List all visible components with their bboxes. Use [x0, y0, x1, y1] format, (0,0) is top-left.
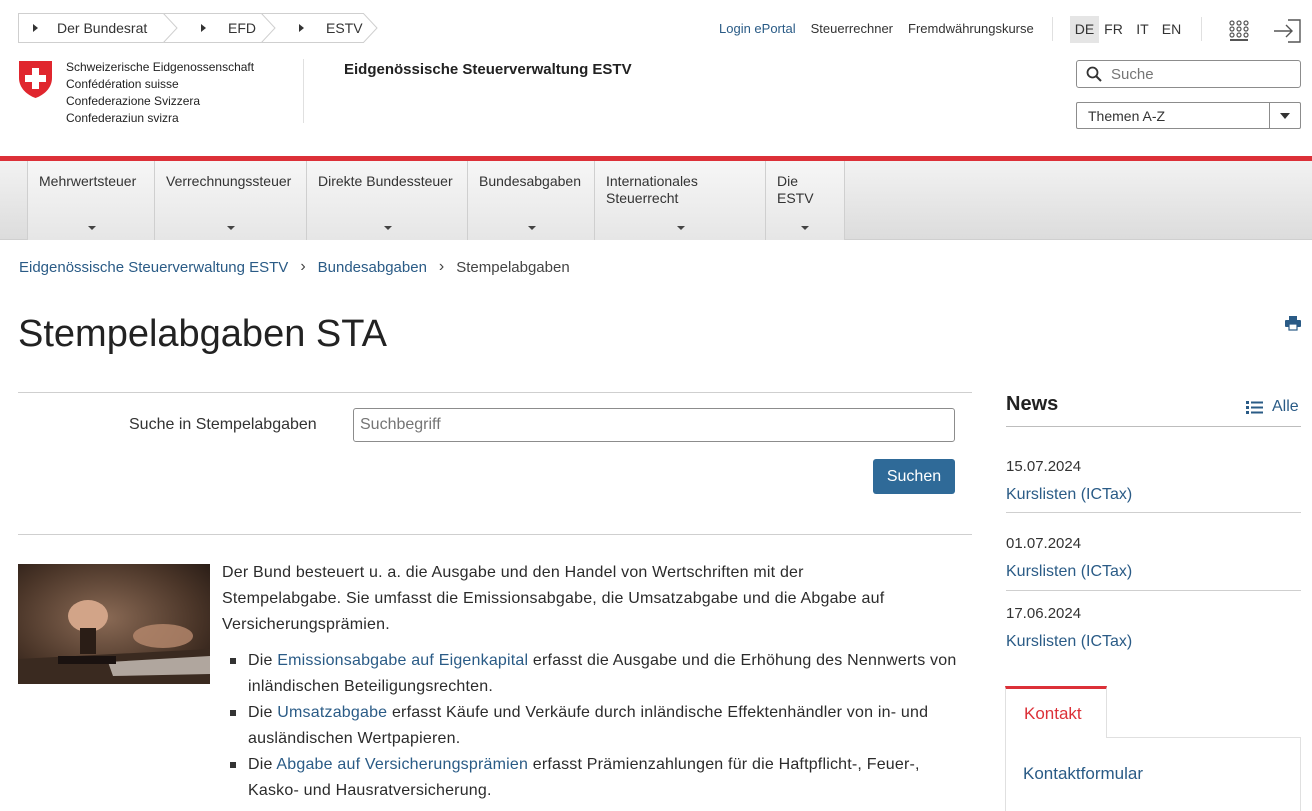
local-search-label: Suche in Stempelabgaben	[129, 416, 317, 433]
steuerrechner-link[interactable]: Steuerrechner	[811, 21, 893, 36]
language-switcher: DE FR IT EN	[1070, 16, 1186, 43]
chevron-separator	[363, 13, 378, 43]
nav-mehrwertsteuer[interactable]: Mehrwertsteuer	[27, 161, 155, 240]
stamp-duty-list: Die Emissionsabgabe auf Eigenkapital erf…	[230, 648, 970, 804]
intro-text: Der Bund besteuert u. a. die Ausgabe und…	[222, 564, 885, 633]
list-icon	[1246, 400, 1263, 414]
caret-down-icon	[227, 226, 235, 230]
federal-breadcrumb: Der Bundesrat EFD ESTV	[18, 13, 378, 43]
breadcrumb-current: Stempelabgaben	[456, 258, 570, 276]
nav-bundesabgaben[interactable]: Bundesabgaben	[467, 161, 595, 240]
bullet-square	[230, 762, 236, 768]
swiss-coat-of-arms-logo[interactable]	[18, 60, 53, 99]
divider	[1006, 426, 1301, 427]
divider	[18, 534, 972, 535]
agency-name: Eidgenössische Steuerverwaltung ESTV	[344, 61, 632, 78]
caret-down-icon	[383, 226, 392, 230]
divider	[303, 59, 304, 123]
breadcrumb-bundesabgaben-link[interactable]: Bundesabgaben	[318, 259, 427, 276]
news-link[interactable]: Kurslisten (ICTax)	[1006, 486, 1132, 504]
news-link[interactable]: Kurslisten (ICTax)	[1006, 633, 1132, 651]
triangle-right-icon	[201, 24, 206, 32]
tab-kontakt[interactable]: Kontakt	[1005, 686, 1107, 738]
news-link[interactable]: Kurslisten (ICTax)	[1006, 563, 1132, 581]
news-all-link[interactable]: Alle	[1246, 398, 1299, 416]
divider	[1052, 17, 1053, 41]
news-heading: News	[1006, 393, 1059, 415]
news-date: 01.07.2024	[1006, 535, 1082, 552]
chevron-separator	[261, 13, 276, 43]
caret-down-icon	[1280, 112, 1290, 119]
breadcrumb-estv[interactable]: ESTV	[262, 13, 378, 43]
header-search[interactable]	[1076, 60, 1301, 88]
divider	[18, 392, 972, 393]
nav-die-estv[interactable]: Die ESTV	[765, 161, 845, 240]
lang-fr[interactable]: FR	[1099, 16, 1128, 43]
local-search-input[interactable]	[353, 408, 955, 442]
nav-verrechnungssteuer[interactable]: Verrechnungssteuer	[154, 161, 307, 240]
list-item: Die Abgabe auf Versicherungsprämien erfa…	[230, 752, 970, 804]
list-item: Die Umsatzabgabe erfasst Käufe und Verkä…	[230, 700, 970, 752]
lang-it[interactable]: IT	[1128, 16, 1157, 43]
kontaktformular-link[interactable]: Kontaktformular	[1023, 764, 1143, 784]
umsatzabgabe-link[interactable]: Umsatzabgabe	[277, 704, 387, 721]
caret-down-icon	[801, 226, 809, 230]
header-search-input[interactable]	[1111, 65, 1281, 83]
chevron-right-icon: ›	[300, 258, 306, 275]
caret-down-icon	[87, 226, 96, 230]
breadcrumb-bundesrat[interactable]: Der Bundesrat	[18, 13, 178, 43]
top-links: Login ePortal Steuerrechner Fremdwährung…	[719, 21, 1034, 36]
search-icon	[1086, 66, 1102, 82]
news-date: 17.06.2024	[1006, 605, 1082, 622]
triangle-right-icon	[299, 24, 304, 32]
chevron-right-icon: ›	[438, 258, 445, 275]
nav-direkte-bundessteuer[interactable]: Direkte Bundessteuer	[306, 161, 468, 240]
nav-internationales-steuerrecht[interactable]: Internationales Steuerrecht	[594, 161, 766, 240]
breadcrumb: Eidgenössische Steuerverwaltung ESTV › B…	[19, 258, 570, 276]
page-title: Stempelabgaben STA	[18, 313, 387, 355]
fremdwaehrungskurse-link[interactable]: Fremdwährungskurse	[908, 21, 1034, 36]
apps-grid-icon[interactable]	[1229, 20, 1249, 42]
list-item: Die Emissionsabgabe auf Eigenkapital erf…	[230, 648, 970, 700]
divider	[1201, 17, 1202, 41]
stamp-photo	[18, 564, 210, 684]
search-button[interactable]: Suchen	[873, 459, 955, 494]
bullet-square	[230, 658, 236, 664]
triangle-right-icon	[33, 24, 38, 32]
dropdown-button[interactable]	[1269, 103, 1300, 128]
lang-de[interactable]: DE	[1070, 16, 1099, 43]
chevron-separator	[163, 13, 178, 43]
divider	[1006, 512, 1301, 513]
caret-down-icon	[527, 226, 536, 230]
emissionsabgabe-link[interactable]: Emissionsabgabe auf Eigenkapital	[277, 652, 528, 669]
lang-en[interactable]: EN	[1157, 16, 1186, 43]
versicherungspraemien-link[interactable]: Abgabe auf Versicherungsprämien	[276, 756, 528, 773]
main-navigation: Mehrwertsteuer Verrechnungssteuer Direkt…	[0, 161, 1312, 240]
confederation-names: Schweizerische Eidgenossenschaft Confédé…	[66, 60, 255, 125]
bullet-square	[230, 710, 236, 716]
divider	[1006, 590, 1301, 591]
breadcrumb-estv-link[interactable]: Eidgenössische Steuerverwaltung ESTV	[19, 259, 288, 276]
news-date: 15.07.2024	[1006, 458, 1082, 475]
themen-select[interactable]: Themen A-Z	[1076, 102, 1301, 129]
caret-down-icon	[676, 226, 685, 230]
login-eportal-link[interactable]: Login ePortal	[719, 21, 796, 36]
login-icon[interactable]	[1272, 18, 1302, 44]
print-icon[interactable]	[1285, 315, 1301, 331]
